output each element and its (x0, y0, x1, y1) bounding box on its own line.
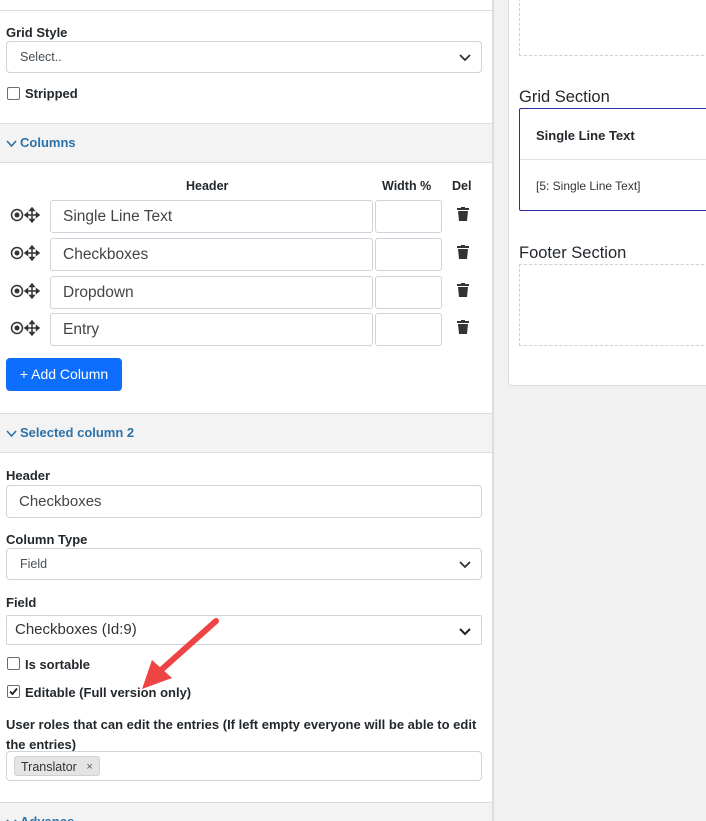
column-header-heading: Header (186, 179, 229, 193)
selected-column-title: Selected column 2 (20, 425, 135, 440)
grid-style-select[interactable]: Select.. (6, 41, 482, 73)
user-roles-label: User roles that can edit the entries (If… (6, 717, 477, 752)
chevron-down-icon (6, 140, 17, 148)
target-and-move-icon[interactable] (10, 206, 44, 224)
stripped-checkbox[interactable] (7, 87, 20, 100)
trash-icon[interactable] (457, 320, 469, 334)
header-section-dropzone (519, 0, 706, 56)
target-and-move-icon[interactable] (10, 282, 44, 300)
column-width-input-1[interactable] (375, 200, 442, 233)
is-sortable-checkbox[interactable] (7, 657, 20, 670)
column-type-label: Column Type (6, 532, 88, 547)
header-input[interactable]: Checkboxes (6, 485, 482, 518)
advance-section-title: Advance (20, 803, 74, 821)
advance-section-header[interactable]: Advance (0, 802, 492, 821)
field-value: Checkboxes (Id:9) (15, 621, 137, 638)
trash-icon[interactable] (457, 245, 469, 259)
checkmark-icon (9, 687, 18, 696)
editable-checkbox[interactable] (7, 685, 20, 698)
column-type-value: Field (20, 557, 48, 571)
grid-divider (520, 159, 706, 160)
chevron-down-icon (459, 54, 471, 62)
panel-top-strip (0, 0, 492, 11)
column-width-input-4[interactable] (375, 313, 442, 346)
columns-section-header[interactable]: Columns (0, 123, 492, 163)
annotation-arrow-icon (142, 618, 219, 689)
grid-column-header: Single Line Text (536, 128, 635, 143)
column-header-input-4[interactable]: Entry (50, 313, 373, 346)
role-tag: Translator × (14, 756, 100, 776)
preview-panel: Grid Section Single Line Text [5: Single… (508, 0, 706, 386)
target-and-move-icon[interactable] (10, 319, 44, 337)
footer-section-title: Footer Section (519, 244, 627, 262)
role-tag-label: Translator (21, 760, 77, 774)
add-column-button[interactable]: + Add Column (6, 358, 122, 391)
chevron-down-icon (6, 430, 17, 438)
delete-heading: Del (452, 179, 472, 193)
field-label: Field (6, 595, 37, 610)
width-heading: Width % (382, 179, 432, 193)
column-width-input-2[interactable] (375, 238, 442, 271)
grid-style-label: Grid Style (6, 25, 68, 40)
column-header-input-2[interactable]: Checkboxes (50, 238, 373, 271)
settings-panel: Grid Style Select.. Stripped Columns Hea… (0, 0, 494, 821)
grid-cell: [5: Single Line Text] (536, 179, 641, 193)
chevron-down-icon (6, 819, 17, 821)
column-header-input-3[interactable]: Dropdown (50, 276, 373, 309)
stripped-label: Stripped (25, 86, 78, 101)
selected-column-section-header[interactable]: Selected column 2 (0, 413, 492, 453)
field-select[interactable]: Checkboxes (Id:9) (6, 615, 482, 645)
table-row (10, 282, 44, 300)
column-width-input-3[interactable] (375, 276, 442, 309)
columns-section-title: Columns (20, 135, 76, 150)
is-sortable-label: Is sortable (25, 657, 91, 672)
grid-style-value: Select.. (20, 50, 62, 64)
chevron-down-icon (459, 628, 471, 636)
column-type-select[interactable]: Field (6, 548, 482, 580)
grid-section-preview[interactable]: Single Line Text [5: Single Line Text] (519, 108, 706, 211)
trash-icon[interactable] (457, 207, 469, 221)
chevron-down-icon (459, 561, 471, 569)
footer-section-dropzone (519, 264, 706, 346)
table-row (10, 319, 44, 337)
table-row (10, 206, 44, 224)
column-header-input-1[interactable]: Single Line Text (50, 200, 373, 233)
grid-section-title: Grid Section (519, 88, 610, 106)
header-label: Header (6, 468, 51, 483)
trash-icon[interactable] (457, 283, 469, 297)
close-icon[interactable]: × (86, 757, 92, 777)
table-row (10, 244, 44, 262)
target-and-move-icon[interactable] (10, 244, 44, 262)
